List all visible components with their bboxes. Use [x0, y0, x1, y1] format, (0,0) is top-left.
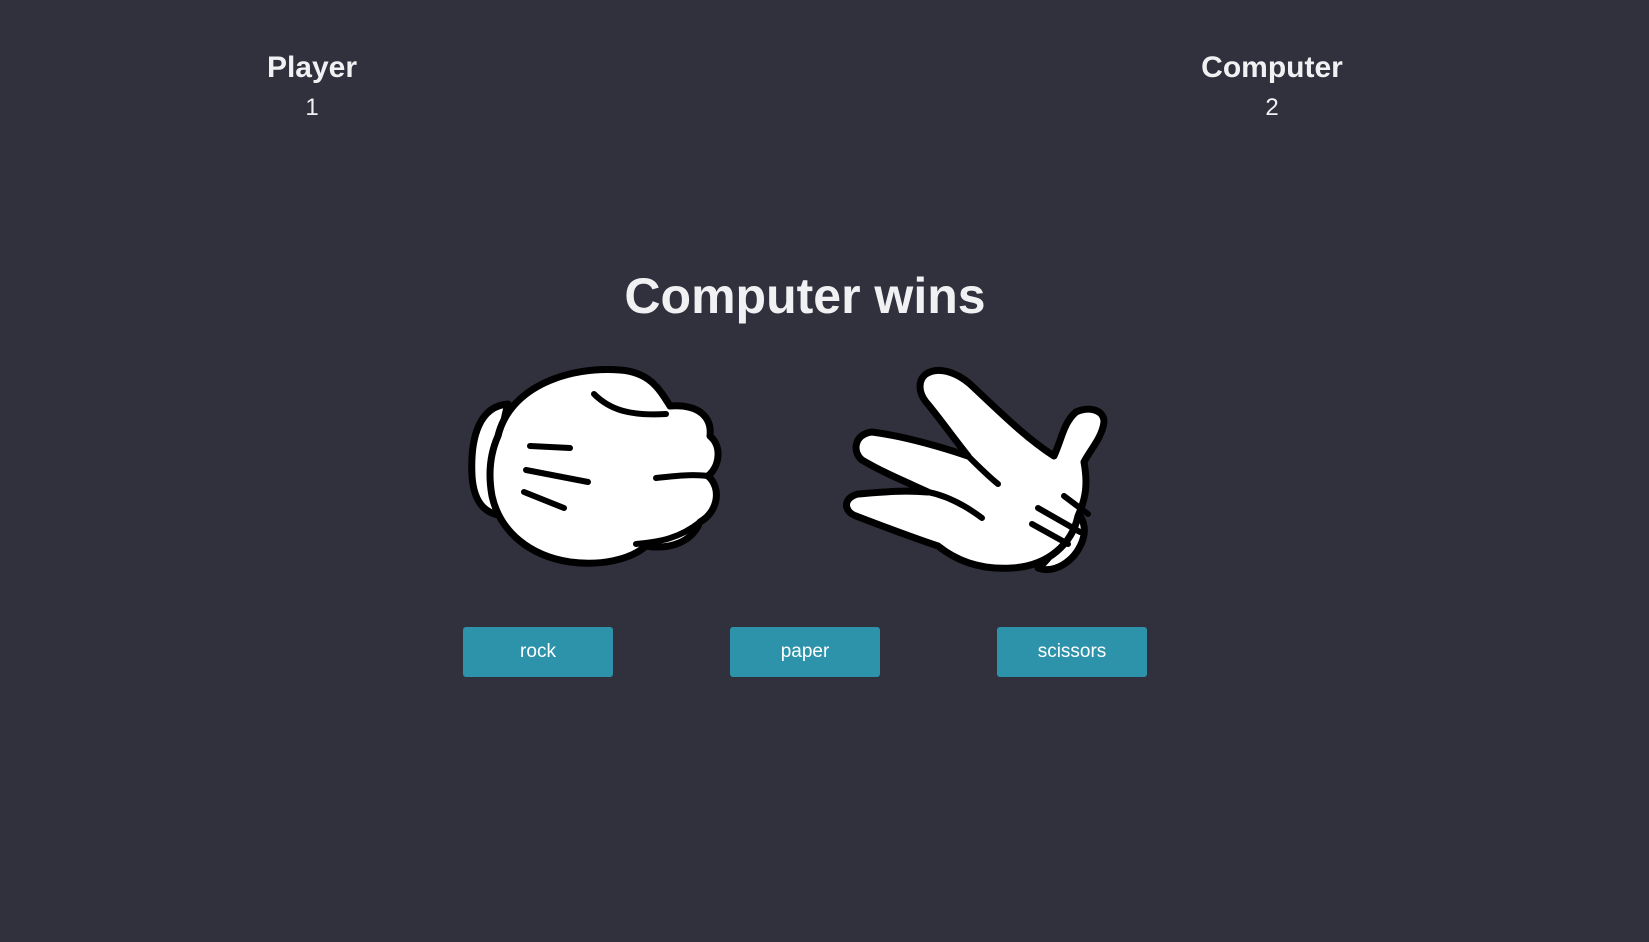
computer-hand: [842, 366, 1122, 586]
computer-label: Computer: [1201, 51, 1343, 84]
rock-button[interactable]: rock: [463, 627, 613, 677]
computer-score-panel: Computer 2: [1152, 50, 1392, 122]
paper-button[interactable]: paper: [730, 627, 880, 677]
rock-glove-icon: [468, 366, 722, 567]
result-message: Computer wins: [624, 268, 986, 324]
player-score-panel: Player 1: [192, 50, 432, 122]
player-score: 1: [305, 94, 319, 121]
player-label: Player: [266, 51, 358, 84]
scissors-glove-icon: [843, 366, 1108, 573]
scissors-button[interactable]: scissors: [997, 627, 1147, 677]
computer-score: 2: [1265, 94, 1279, 121]
player-hand: [460, 366, 740, 586]
